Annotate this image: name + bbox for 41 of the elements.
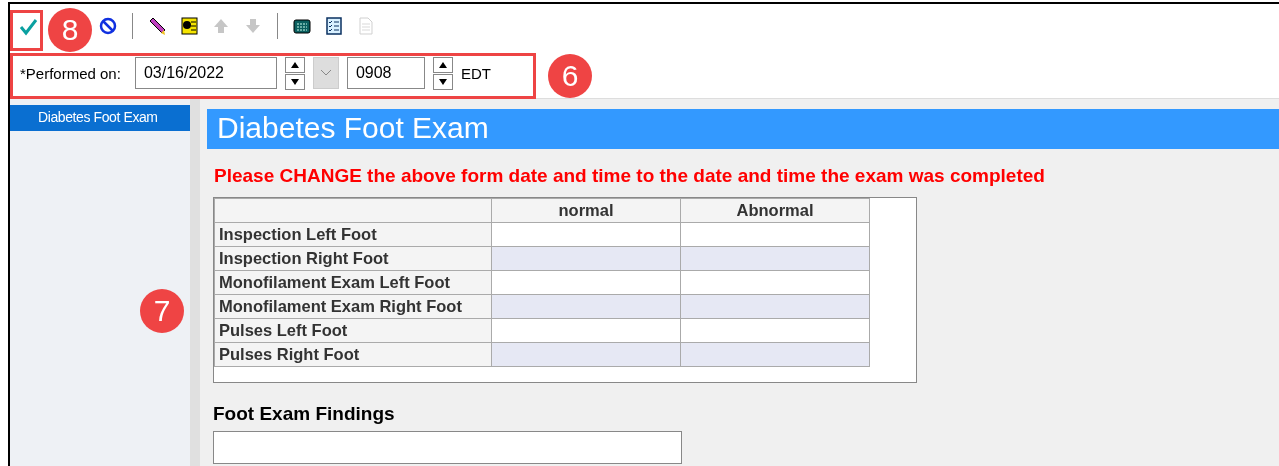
row-label: Pulses Left Foot [214, 318, 492, 343]
grid-cell[interactable] [680, 318, 870, 343]
decrement-button[interactable] [432, 73, 453, 90]
grid-cell[interactable] [491, 294, 681, 319]
grid-cell[interactable] [491, 318, 681, 343]
row-label: Pulses Right Foot [214, 342, 492, 367]
grid-cell[interactable] [680, 270, 870, 295]
grid-cell[interactable] [491, 246, 681, 271]
findings-label: Foot Exam Findings [213, 403, 396, 425]
row-label: Inspection Right Foot [214, 246, 492, 271]
highlight-frame [10, 10, 43, 51]
grid-cell[interactable] [680, 222, 870, 247]
grid-cell[interactable] [491, 342, 681, 367]
decrement-button[interactable] [284, 73, 305, 90]
findings-field[interactable] [213, 431, 682, 464]
chevron-down-icon [319, 69, 332, 77]
form-title: Diabetes Foot Exam [207, 109, 1279, 149]
grid-cell[interactable] [491, 222, 681, 247]
sidebar-item[interactable]: Diabetes Foot Exam [10, 105, 190, 131]
performed-on-label: *Performed on: [20, 64, 121, 82]
date-field[interactable]: 03/16/2022 [134, 57, 277, 89]
time-field[interactable]: 0908 [346, 57, 425, 89]
timezone-label: EDT [460, 64, 491, 82]
up-triangle-icon [290, 61, 299, 68]
row-label: Monofilament Exam Left Foot [214, 270, 492, 295]
column-header: normal [491, 198, 681, 223]
instruction-text: Please CHANGE the above form date and time to the date and time the exam was completed [214, 165, 1046, 187]
grid-cell[interactable] [680, 246, 870, 271]
column-header: Abnormal [680, 198, 870, 223]
grid-cell[interactable] [680, 294, 870, 319]
up-triangle-icon [438, 61, 447, 68]
row-label: Monofilament Exam Right Foot [214, 294, 492, 319]
dropdown-button[interactable] [312, 57, 339, 89]
down-triangle-icon [290, 78, 299, 85]
grid-cell[interactable] [680, 342, 870, 367]
increment-button[interactable] [284, 56, 305, 73]
callout-badge: 6 [548, 54, 592, 98]
grid-cell[interactable] [491, 270, 681, 295]
down-triangle-icon [438, 78, 447, 85]
row-label: Inspection Left Foot [214, 222, 492, 247]
increment-button[interactable] [432, 56, 453, 73]
